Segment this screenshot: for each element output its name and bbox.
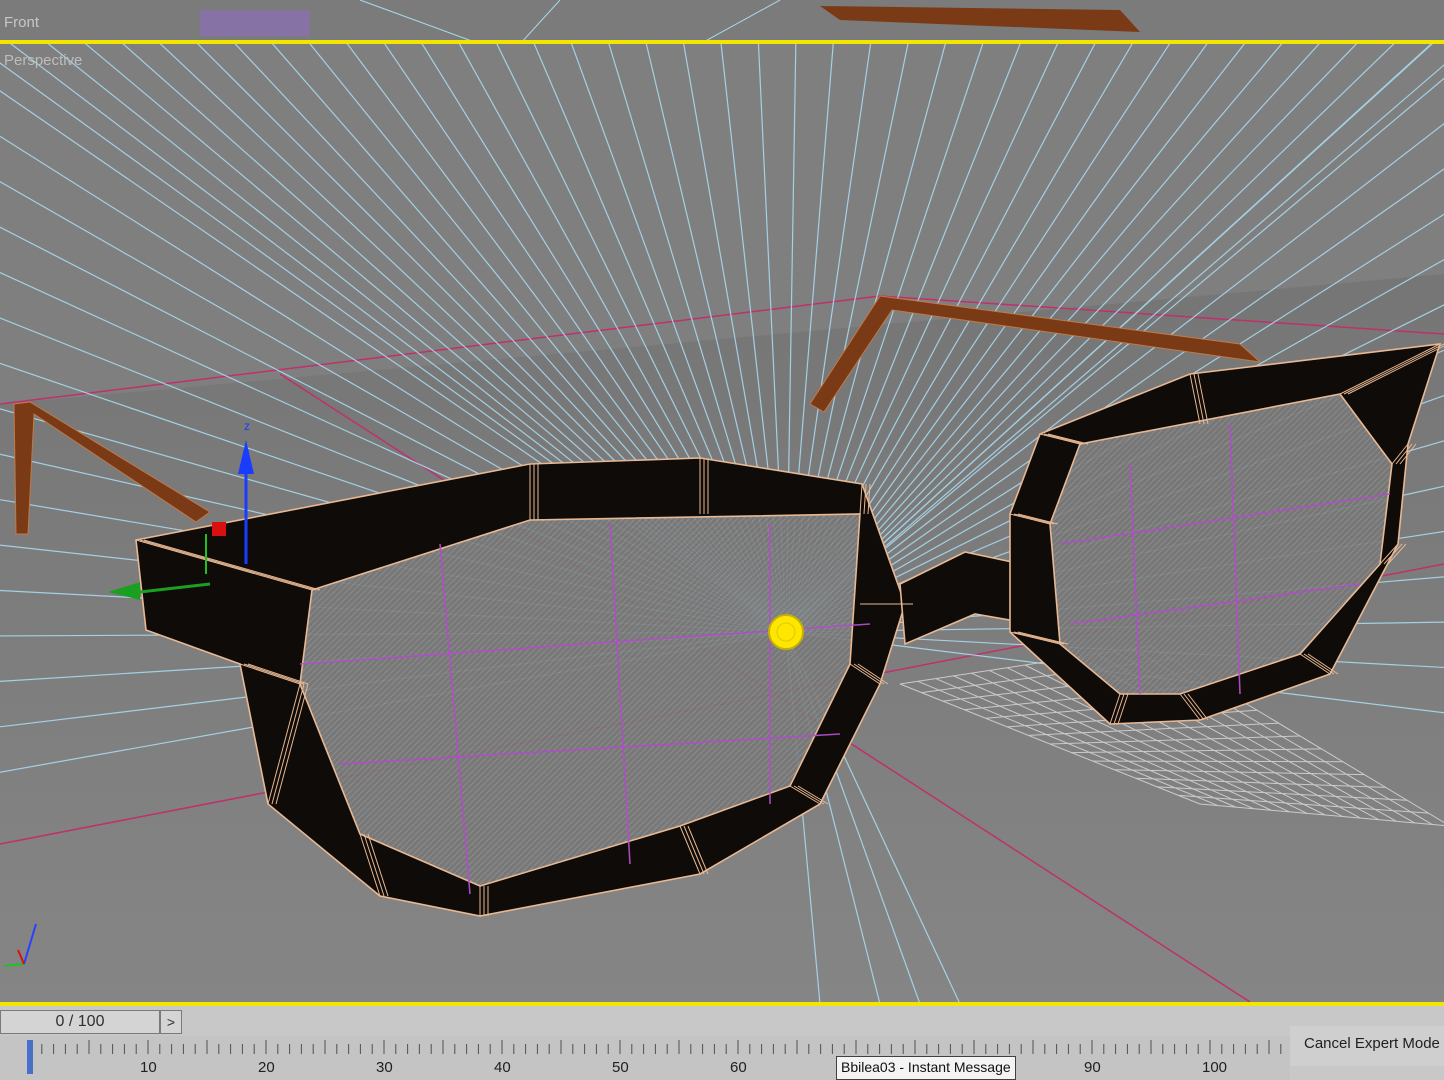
front-viewport-scene	[200, 0, 1140, 40]
frame-counter: 0 / 100	[55, 1013, 105, 1030]
front-viewport-label[interactable]: Front	[4, 14, 39, 31]
track-bar[interactable]: 10 20 30 40 50 60 90 100	[0, 1036, 1290, 1080]
ruler-label: 10	[140, 1059, 157, 1076]
cancel-expert-mode-label: Cancel Expert Mode	[1304, 1035, 1440, 1052]
grid-line	[1092, 760, 1343, 763]
cancel-expert-mode-button[interactable]: Cancel Expert Mode	[1290, 1026, 1444, 1066]
omni-light-icon[interactable]	[768, 614, 804, 650]
svg-text:z: z	[244, 419, 250, 433]
ruler-label: 100	[1202, 1059, 1227, 1076]
ruler-label: 90	[1084, 1059, 1101, 1076]
timeline-ruler: 10 20 30 40 50 60 90 100	[27, 1040, 1282, 1076]
perspective-viewport[interactable]: Perspective z	[0, 44, 1444, 1002]
time-cursor	[27, 1040, 33, 1074]
ruler-label: 60	[730, 1059, 747, 1076]
ruler-label: 40	[494, 1059, 511, 1076]
ruler-label: 20	[258, 1059, 275, 1076]
next-frame-icon: >	[166, 1014, 176, 1030]
bottom-strip: 0 / 100 > 10 20 30 40 50 60 90 100 Cancel Exper…	[0, 1002, 1444, 1080]
perspective-scene: z	[0, 44, 1444, 1002]
ruler-label: 30	[376, 1059, 393, 1076]
perspective-viewport-label[interactable]: Perspective	[4, 52, 82, 69]
time-slider[interactable]: 0 / 100	[0, 1010, 160, 1034]
ruler-label: 50	[612, 1059, 629, 1076]
front-viewport[interactable]: Front	[0, 0, 1444, 44]
taskbar-tooltip[interactable]: Bbilea03 - Instant Message	[836, 1056, 1016, 1080]
next-frame-button[interactable]: >	[160, 1010, 182, 1034]
taskbar-tooltip-label: Bbilea03 - Instant Message	[841, 1059, 1011, 1075]
